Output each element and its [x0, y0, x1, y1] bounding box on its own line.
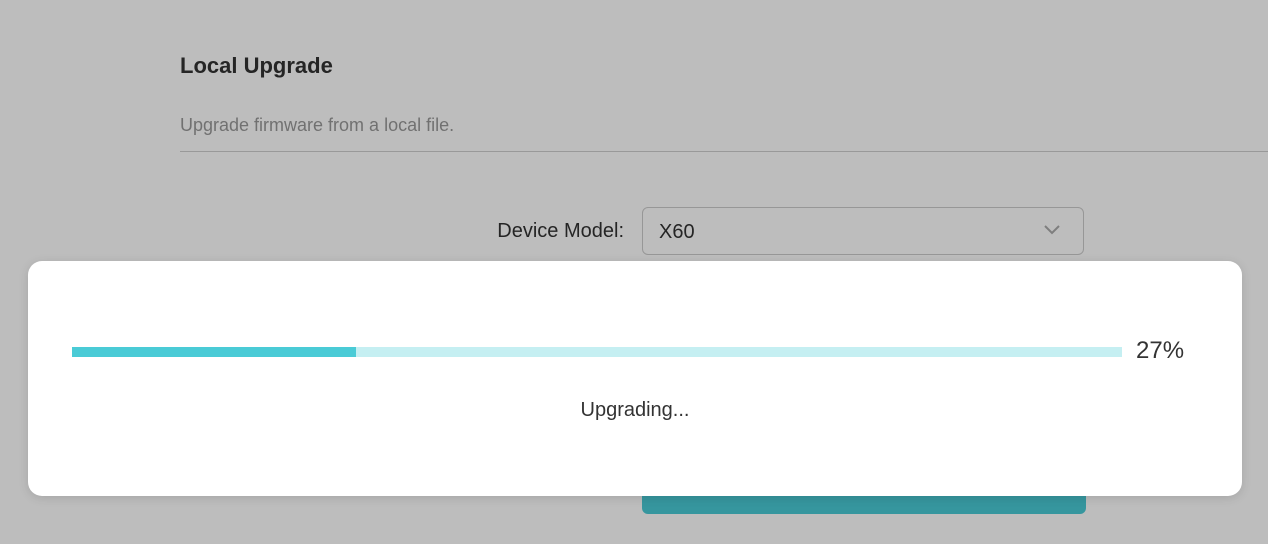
- progress-bar: [72, 347, 1122, 357]
- progress-bar-fill: [72, 347, 356, 357]
- progress-percent: 27%: [1136, 337, 1185, 364]
- upgrade-progress-dialog: 27% Upgrading...: [28, 261, 1242, 496]
- upgrade-status-text: Upgrading...: [580, 399, 690, 421]
